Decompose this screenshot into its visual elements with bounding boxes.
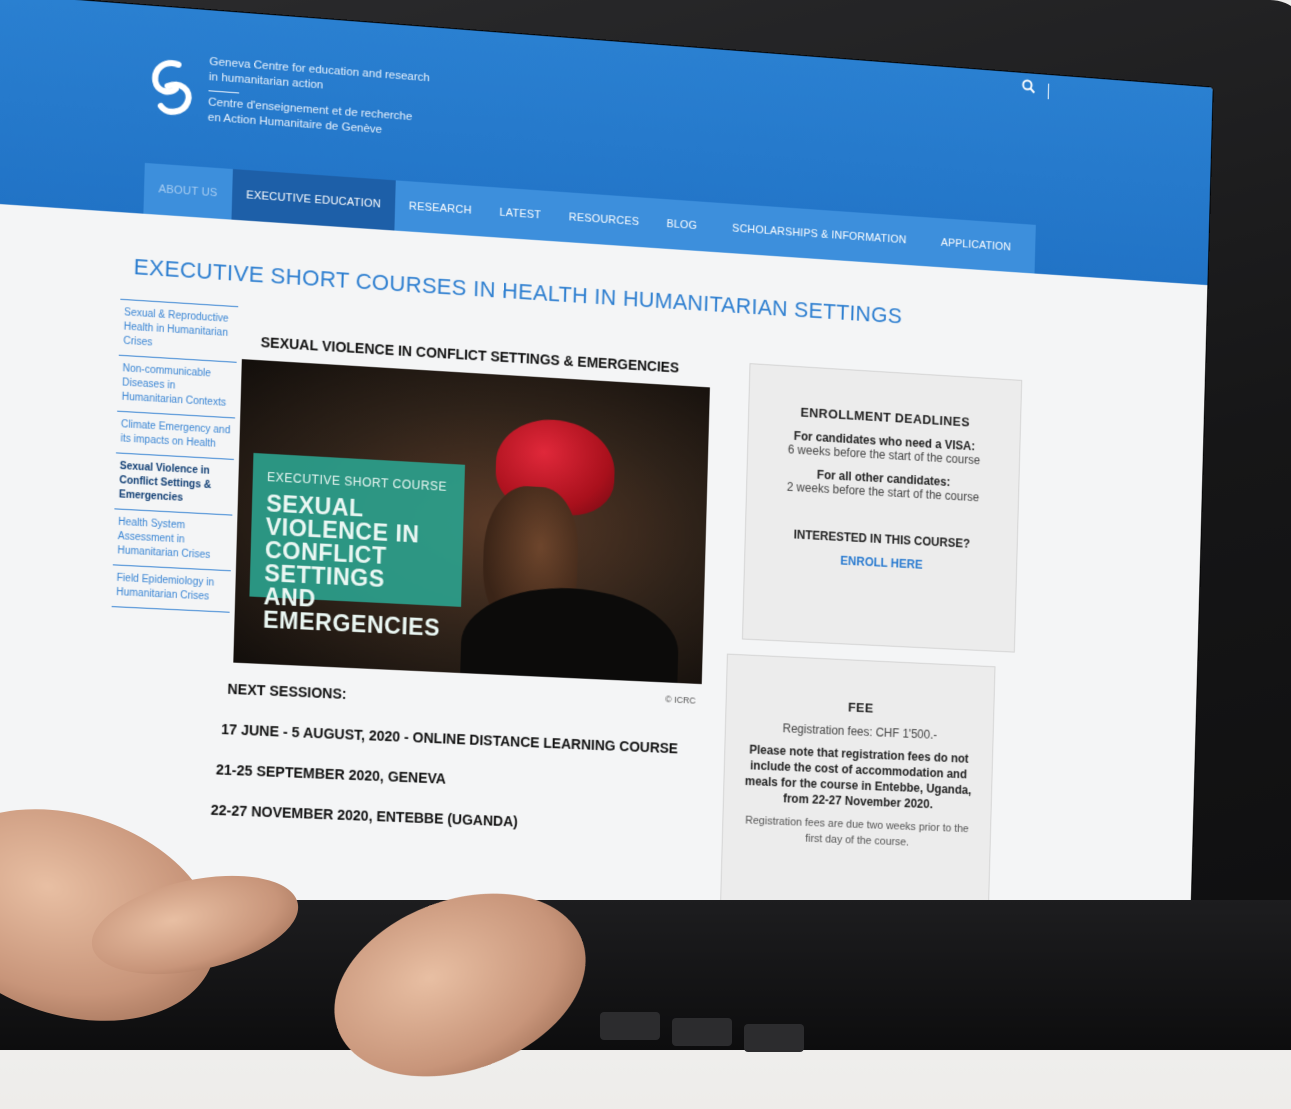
sessions-label: NEXT SESSIONS:	[227, 681, 347, 702]
browser-screen: Geneva Centre for education and research…	[0, 0, 1213, 990]
fee-box: FEE Registration fees: CHF 1'500.- Pleas…	[720, 654, 996, 922]
hero-line-3: AND EMERGENCIES	[263, 585, 448, 640]
session-item: 22-27 NOVEMBER 2020, ENTEBBE (UGANDA)	[211, 802, 519, 830]
page-title: EXECUTIVE SHORT COURSES IN HEALTH IN HUM…	[133, 254, 902, 330]
keyboard-key	[672, 1018, 732, 1046]
interested-label: INTERESTED IN THIS COURSE?	[746, 525, 1017, 553]
keyboard-key	[744, 1024, 804, 1052]
keyboard-key	[600, 1012, 660, 1040]
nav-latest[interactable]: LATEST	[485, 187, 556, 242]
sidebar-item-health-system[interactable]: Health System Assessment in Humanitarian…	[113, 508, 233, 570]
sidebar-item-reproductive-health[interactable]: Sexual & Reproductive Health in Humanita…	[119, 299, 238, 362]
search-area[interactable]	[1022, 79, 1050, 101]
sidebar-item-epidemiology[interactable]: Field Epidemiology in Humanitarian Crise…	[112, 564, 231, 612]
enroll-here-link[interactable]: ENROLL HERE	[745, 549, 1016, 577]
nav-scholarships[interactable]: SCHOLARSHIPS & INFORMATION	[710, 202, 928, 266]
course-sidebar: Sexual & Reproductive Health in Humanita…	[112, 299, 239, 613]
fee-registration: Registration fees: CHF 1'500.-	[741, 720, 977, 744]
search-icon[interactable]	[1022, 79, 1041, 99]
sidebar-item-ncd[interactable]: Non-communicable Diseases in Humanitaria…	[117, 355, 236, 418]
nav-executive-education[interactable]: EXECUTIVE EDUCATION	[231, 169, 395, 231]
session-item: 17 JUNE - 5 AUGUST, 2020 - ONLINE DISTAN…	[221, 721, 678, 757]
nav-resources[interactable]: RESOURCES	[554, 191, 653, 247]
fee-note: Please note that registration fees do no…	[739, 741, 977, 814]
logo[interactable]	[148, 56, 196, 118]
main-nav: ABOUT US EXECUTIVE EDUCATION RESEARCH LA…	[143, 163, 1035, 274]
fee-title: FEE	[742, 695, 978, 720]
hero-kicker: EXECUTIVE SHORT COURSE	[267, 470, 451, 494]
sidebar-item-climate[interactable]: Climate Emergency and its impacts on Hea…	[116, 411, 235, 459]
org-names: Geneva Centre for education and research…	[208, 55, 430, 142]
site-header: Geneva Centre for education and research…	[0, 0, 1213, 285]
image-credit: © ICRC	[665, 694, 696, 705]
header-divider	[1048, 83, 1049, 99]
hero-text-panel: EXECUTIVE SHORT COURSE SEXUAL VIOLENCE I…	[249, 453, 465, 607]
nav-about-us[interactable]: ABOUT US	[143, 163, 232, 220]
session-item: 21-25 SEPTEMBER 2020, GENEVA	[216, 761, 446, 786]
sidebar-item-sexual-violence[interactable]: Sexual Violence in Conflict Settings & E…	[114, 452, 234, 514]
fee-due: Registration fees are due two weeks prio…	[738, 812, 975, 853]
org-name-divider	[208, 90, 239, 93]
nav-research[interactable]: RESEARCH	[394, 180, 486, 236]
hero-image: EXECUTIVE SHORT COURSE SEXUAL VIOLENCE I…	[233, 359, 710, 684]
nav-application[interactable]: APPLICATION	[927, 217, 1025, 272]
enrollment-deadlines-box: ENROLLMENT DEADLINES For candidates who …	[742, 363, 1022, 652]
nav-blog[interactable]: BLOG	[652, 198, 711, 251]
